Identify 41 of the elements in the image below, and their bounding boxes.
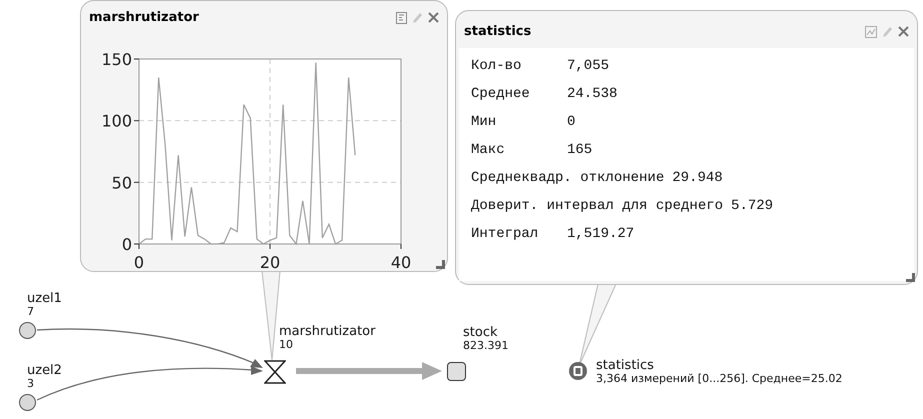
y-tick-label: 100: [101, 112, 132, 131]
statistic-label: Макс: [471, 141, 506, 160]
statistic-value: 29.948: [672, 169, 723, 188]
statistic-label: Доверит. интервал для среднего: [471, 197, 724, 216]
resize-grip-icon[interactable]: [436, 260, 445, 269]
node-value: 7: [27, 306, 34, 317]
node-label: uzel1: [27, 292, 62, 305]
statistic-value: 24.538: [567, 85, 618, 104]
list-icon[interactable]: [396, 12, 407, 24]
y-tick-label: 0: [122, 235, 132, 254]
window-title: marshrutizator: [89, 9, 199, 27]
node-value: 3,364 измерений [0...256]. Среднее=25.02: [596, 373, 842, 384]
node-value: 10: [279, 339, 293, 350]
node-label: statistics: [596, 359, 654, 372]
y-tick-label: 50: [112, 173, 132, 192]
statistic-label: Мин: [471, 113, 498, 132]
x-tick-label: 40: [390, 253, 412, 269]
node-label: marshrutizator: [279, 325, 376, 338]
hourglass-icon[interactable]: [264, 360, 286, 384]
x-tick-label: 20: [260, 253, 280, 269]
resize-grip-icon[interactable]: [906, 273, 915, 282]
x-tick-label: 0: [134, 253, 144, 269]
statistic-value: 165: [567, 141, 592, 160]
statistic-value: 0: [567, 113, 576, 132]
y-tick-label: 150: [101, 50, 132, 69]
statistic-value: 5.729: [731, 197, 774, 216]
statistics-icon[interactable]: [569, 362, 587, 380]
node-label: stock: [463, 326, 498, 339]
window-title: statistics: [464, 23, 532, 41]
statistic-label: Среднее: [471, 85, 531, 104]
stock-square[interactable]: [447, 362, 466, 381]
statistic-value: 1,519.27: [567, 225, 634, 244]
statistic-label: Кол-во: [471, 57, 522, 76]
node-value: 3: [27, 378, 34, 389]
statistic-label: Интеграл: [471, 225, 540, 244]
statistic-label: Среднеквадр. отклонение: [471, 169, 664, 188]
node-label: uzel2: [27, 364, 62, 377]
close-icon[interactable]: [898, 26, 909, 38]
statistic-value: 7,055: [567, 57, 610, 76]
close-icon[interactable]: [428, 12, 439, 24]
node-value: 823.391: [463, 340, 508, 351]
